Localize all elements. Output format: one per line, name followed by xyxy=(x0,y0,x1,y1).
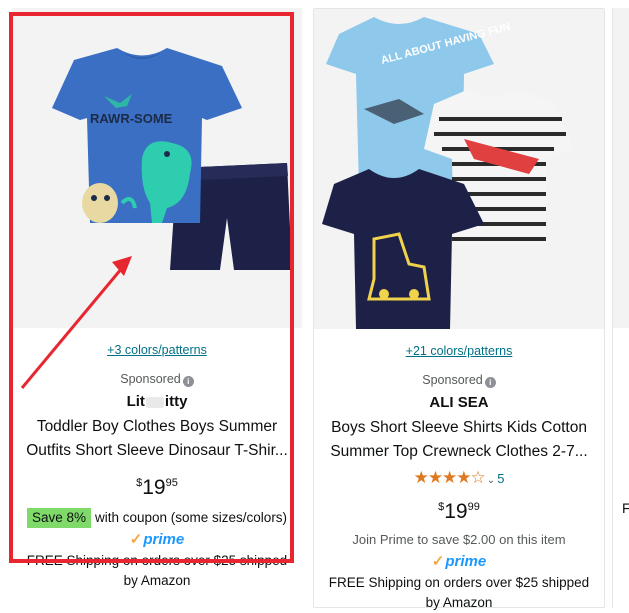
coupon-text: with coupon (some sizes/colors) xyxy=(94,510,288,525)
product-card-3-partial[interactable] xyxy=(612,8,629,608)
product-image-1[interactable]: RAWR-SOME xyxy=(12,8,302,328)
colors-patterns-link[interactable]: +3 colors/patterns xyxy=(12,342,302,358)
product-title-line2[interactable]: Outfits Short Sleeve Dinosaur T-Shir... xyxy=(22,439,292,463)
partial-text: F xyxy=(622,500,629,516)
product-title-line1[interactable]: Boys Short Sleeve Shirts Kids Cotton xyxy=(324,416,594,440)
info-icon[interactable]: i xyxy=(484,377,496,388)
coupon-row: Save 8% with coupon (some sizes/colors) xyxy=(12,508,302,528)
prime-badge: ✓prime xyxy=(431,553,487,570)
product-price[interactable]: $1999 xyxy=(314,495,604,526)
prime-badge: ✓prime xyxy=(129,531,185,548)
dinosaur-outfit-image: RAWR-SOME xyxy=(52,48,292,270)
prime-check-icon: ✓ xyxy=(431,553,445,570)
product-card-1[interactable]: RAWR-SOME +3 colors/patterns Sponsored i … xyxy=(12,8,302,608)
product-title-line2[interactable]: Summer Top Crewneck Clothes 2-7... xyxy=(324,440,594,464)
blurred-text xyxy=(145,396,164,408)
shipping-text-line1: FREE Shipping on orders over $25 shipped xyxy=(26,553,288,568)
rating-row[interactable]: ★★★★☆ ⌄ 5 xyxy=(314,468,604,491)
chevron-down-icon[interactable]: ⌄ xyxy=(487,475,495,486)
product-card-2[interactable]: ALL ABOUT HAVING FUN +21 colors/patterns… xyxy=(313,8,605,610)
product-image-2[interactable]: ALL ABOUT HAVING FUN xyxy=(314,9,604,329)
shipping-text-line1: FREE Shipping on orders over $25 shipped xyxy=(328,575,590,590)
info-icon[interactable]: i xyxy=(182,376,194,387)
star-rating-icon: ★★★★☆ xyxy=(413,468,486,487)
join-prime-text: Join Prime to save $2.00 on this item xyxy=(352,532,566,547)
rating-count[interactable]: 5 xyxy=(497,471,504,486)
product-title-line1[interactable]: Toddler Boy Clothes Boys Summer xyxy=(22,415,292,439)
colors-patterns-link[interactable]: +21 colors/patterns xyxy=(314,343,604,359)
product-image-3[interactable] xyxy=(613,8,629,328)
brand-name[interactable]: ALI SEA xyxy=(314,393,604,413)
shipping-text-line2: by Amazon xyxy=(425,595,493,610)
sponsored-label: Sponsored i xyxy=(12,371,302,387)
prime-check-icon: ✓ xyxy=(129,531,143,548)
shipping-text-line2: by Amazon xyxy=(123,573,191,588)
brand-name[interactable]: Lit itty xyxy=(12,392,302,412)
boys-shirts-image: ALL ABOUT HAVING FUN xyxy=(322,17,574,329)
product-price[interactable]: $1995 xyxy=(12,471,302,502)
coupon-badge: Save 8% xyxy=(26,508,91,528)
shirt-print-text: RAWR-SOME xyxy=(90,111,173,126)
sponsored-label: Sponsored i xyxy=(314,372,604,388)
